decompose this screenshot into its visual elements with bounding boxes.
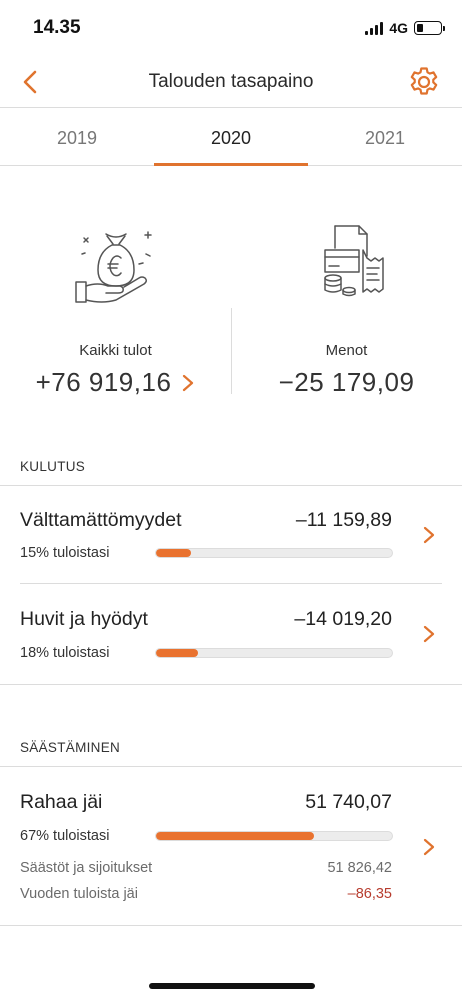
row-title: Välttamättömyydet [20,509,182,531]
section-header-saastaminen: SÄÄSTÄMINEN [20,740,121,755]
battery-level [417,24,423,32]
income-value: +76 919,16 [35,367,172,397]
row-amount: –11 159,89 [295,509,392,531]
progress-bar [155,648,393,658]
divider [0,485,462,486]
chevron-right-icon[interactable] [181,372,195,394]
divider [20,583,442,584]
section-header-kulutus: KULUTUS [20,459,86,474]
progress-bar [155,548,393,558]
chevron-right-icon[interactable] [422,524,436,546]
row-amount: –14 019,20 [294,608,392,630]
signal-icon [365,21,384,35]
row-amount: 51 740,07 [305,791,392,813]
detail-label: Vuoden tuloista jäi [20,886,138,902]
progress-fill [156,549,192,557]
tab-2021[interactable]: 2021 [308,108,462,165]
detail-value: –86,35 [347,886,392,902]
row-title: Rahaa jäi [20,791,103,813]
divider [0,925,462,926]
gear-icon[interactable] [408,66,440,98]
page-title: Talouden tasapaino [148,71,314,92]
tab-2020[interactable]: 2020 [154,108,308,166]
divider [0,684,462,685]
progress-fill [156,649,199,657]
bills-coins-icon [323,225,384,297]
balance-summary: Kaikki tulot +76 919,16 Menot −25 179,09 [0,220,462,400]
network-label: 4G [389,20,408,36]
row-share: 15% tuloistasi [20,545,110,561]
status-bar: 14.35 4G [0,0,462,56]
home-indicator [149,983,315,989]
income-value-row: +76 919,16 [0,367,231,398]
chevron-right-icon[interactable] [422,836,436,858]
expenses-summary: Menot −25 179,09 [231,220,462,398]
status-indicators: 4G [365,20,445,36]
battery-icon [414,21,445,35]
detail-value: 51 826,42 [327,860,392,876]
status-time: 14.35 [33,17,81,38]
expenses-label: Menot [325,342,368,359]
expenses-value: −25 179,09 [278,367,415,397]
money-bag-hand-icon [74,231,152,303]
divider [0,766,462,767]
progress-fill [156,832,315,840]
row-share: 18% tuloistasi [20,645,110,661]
year-tabs: 2019 2020 2021 [0,108,462,166]
nav-bar: Talouden tasapaino [0,56,462,108]
detail-label: Säästöt ja sijoitukset [20,860,153,876]
income-label: Kaikki tulot [79,342,152,359]
expenses-value-row: −25 179,09 [231,367,462,398]
income-summary[interactable]: Kaikki tulot +76 919,16 [0,220,231,398]
chevron-right-icon[interactable] [422,623,436,645]
progress-bar [155,831,393,841]
tab-2019[interactable]: 2019 [0,108,154,165]
row-title: Huvit ja hyödyt [20,608,148,630]
row-share: 67% tuloistasi [20,828,110,844]
